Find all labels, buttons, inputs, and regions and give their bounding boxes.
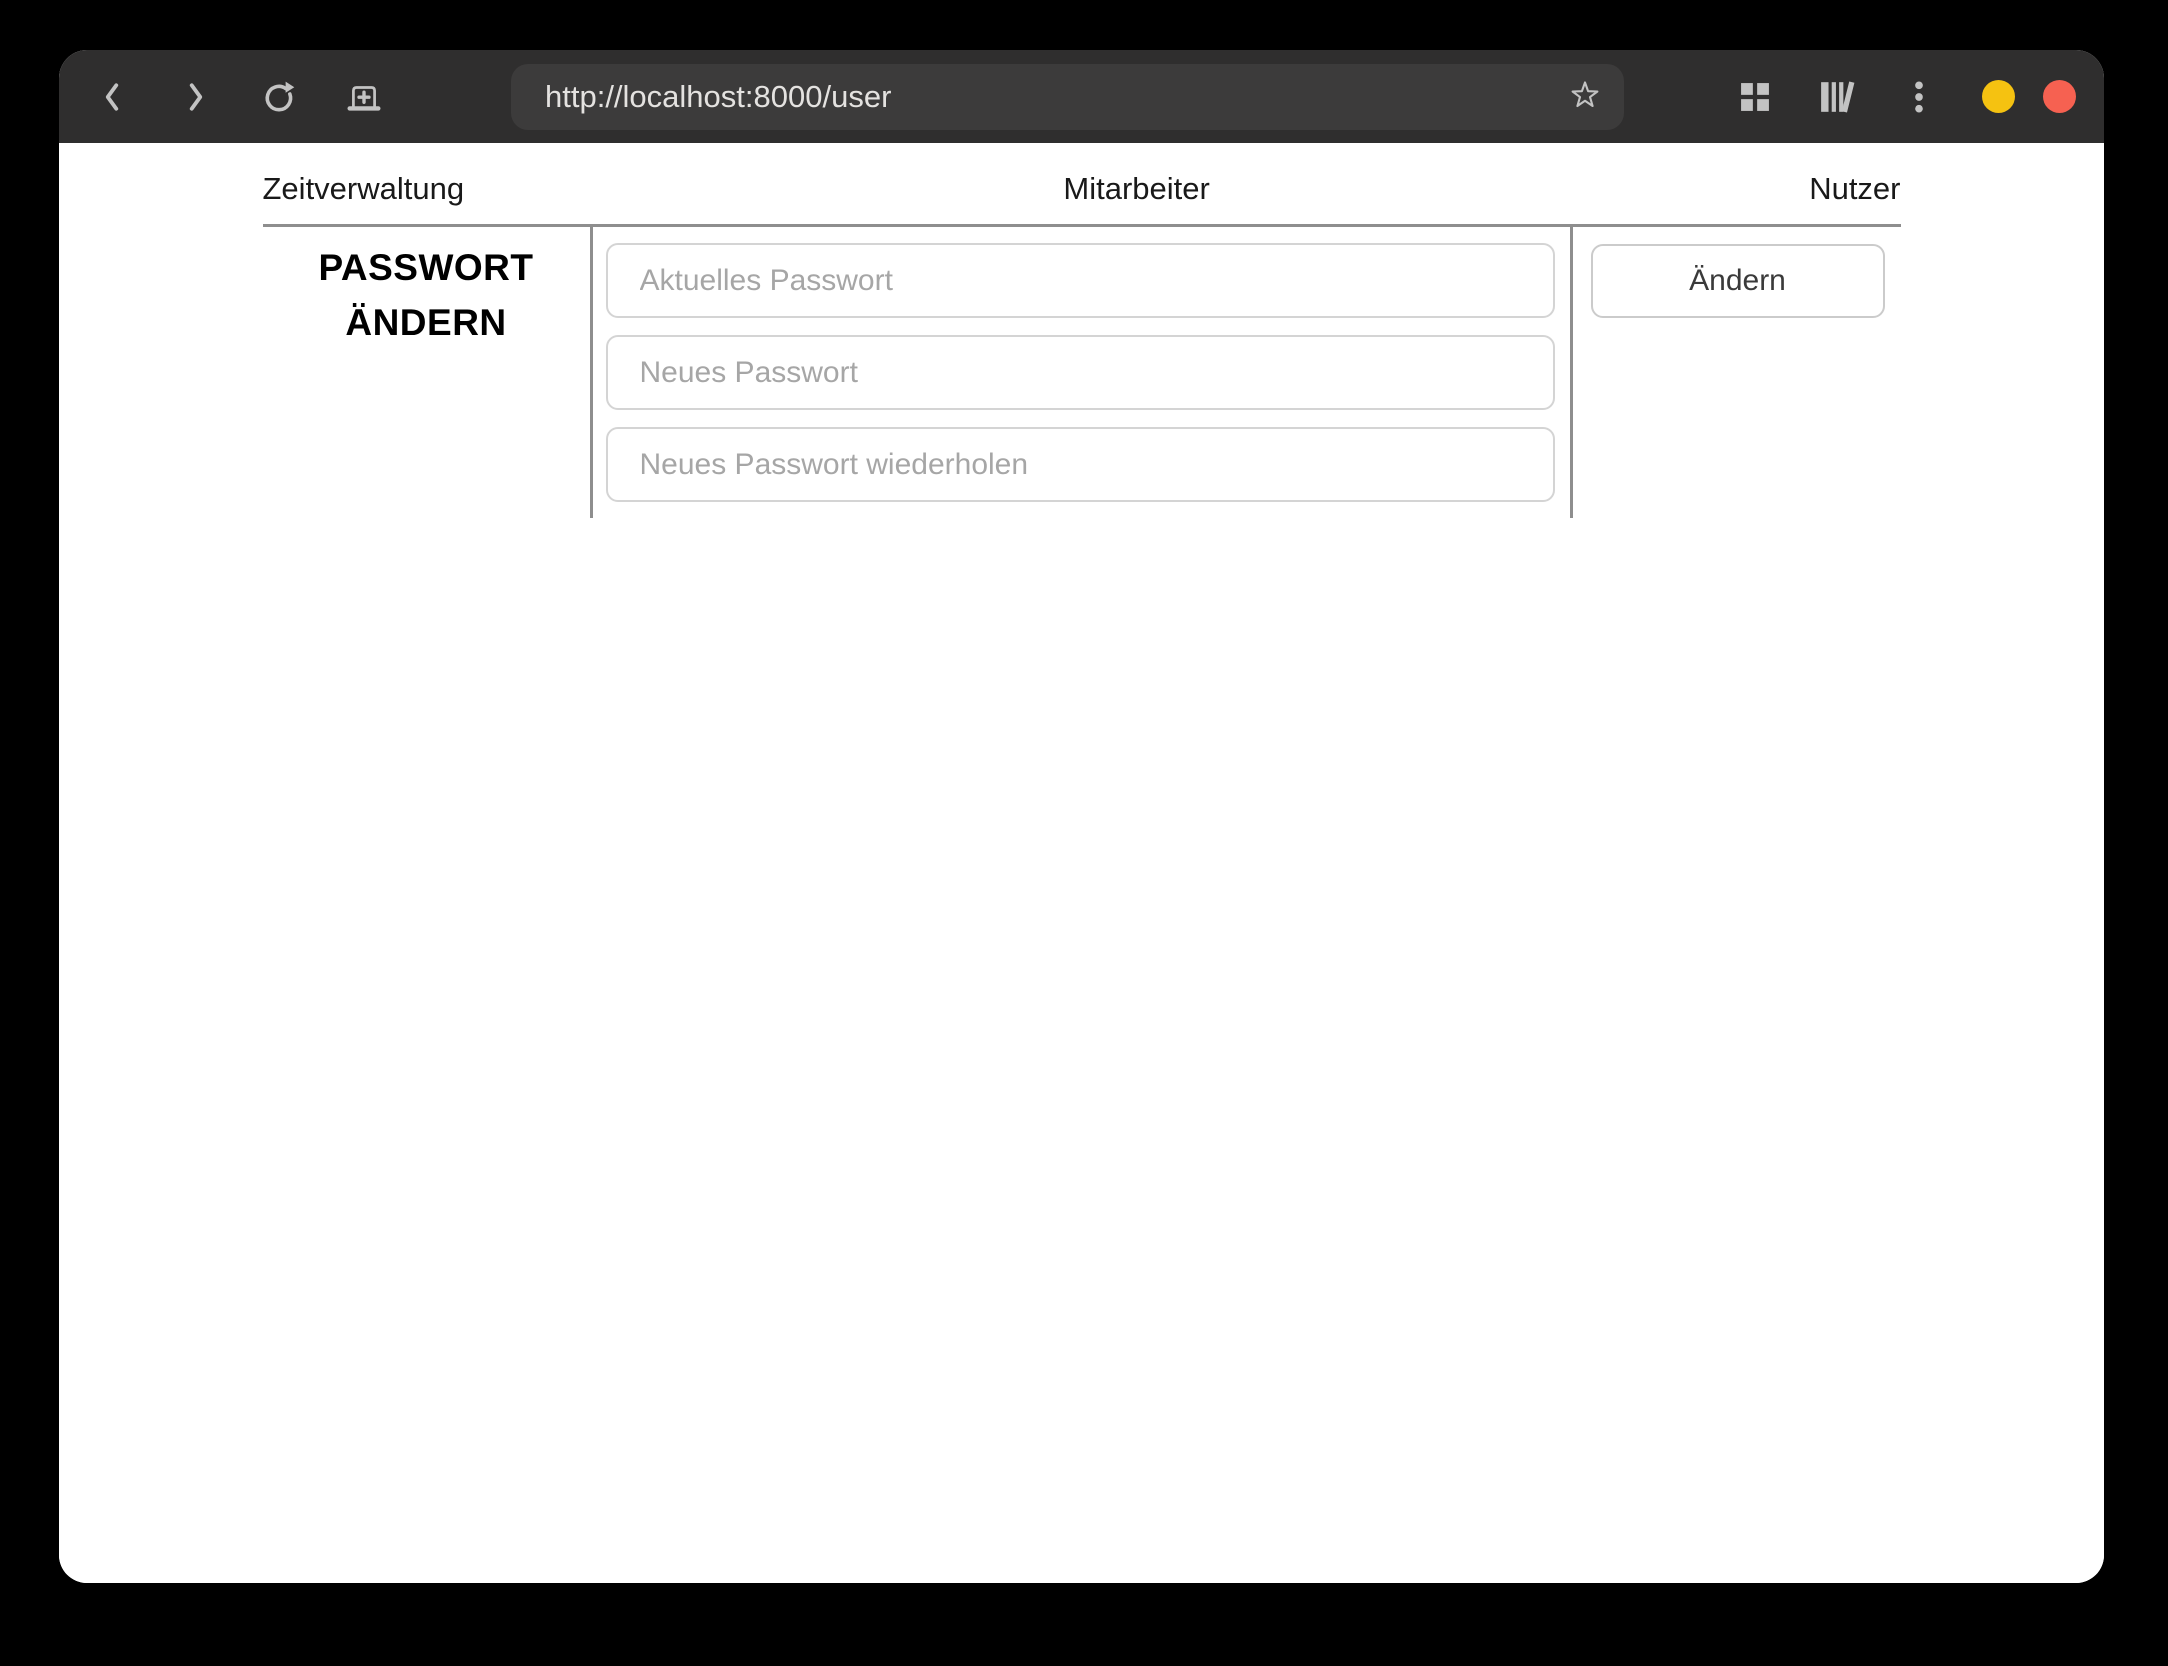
nav-item-zeitverwaltung[interactable]: Zeitverwaltung [263, 171, 465, 207]
toolbar-action-group [1732, 74, 1942, 120]
web-page: Zeitverwaltung Mitarbeiter Nutzer PASSWO… [59, 143, 2104, 1583]
browser-window: http://localhost:8000/user Zeitverwaltun… [59, 50, 2104, 1583]
menu-kebab-icon [1915, 80, 1923, 113]
password-change-section: PASSWORT ÄNDERN Ändern [262, 224, 1901, 518]
new-tab-button[interactable] [341, 74, 387, 120]
close-button[interactable] [2043, 80, 2076, 113]
reload-icon [265, 81, 295, 111]
new-password-input[interactable] [605, 335, 1555, 410]
nav-item-nutzer[interactable]: Nutzer [1809, 171, 1900, 207]
back-icon [105, 82, 119, 111]
library-icon [1821, 80, 1855, 113]
browser-toolbar: http://localhost:8000/user [59, 50, 2104, 143]
window-controls [1982, 80, 2076, 113]
bookmark-star-icon [1571, 80, 1599, 107]
current-password-input[interactable] [605, 243, 1555, 318]
url-bar[interactable]: http://localhost:8000/user [511, 63, 1624, 130]
tab-overview-button[interactable] [1732, 74, 1778, 120]
reload-button[interactable] [257, 74, 303, 120]
forward-button[interactable] [173, 74, 219, 120]
bookmark-button[interactable] [1562, 74, 1608, 120]
change-password-button[interactable]: Ändern [1590, 244, 1885, 318]
new-tab-icon [347, 85, 381, 111]
url-text[interactable]: http://localhost:8000/user [545, 79, 1562, 115]
section-heading: PASSWORT ÄNDERN [318, 247, 534, 343]
back-button[interactable] [89, 74, 135, 120]
main-menu-button[interactable] [1896, 74, 1942, 120]
password-heading-cell: PASSWORT ÄNDERN [263, 227, 590, 518]
password-action-cell: Ändern [1573, 227, 1901, 518]
tab-overview-icon [1741, 82, 1769, 111]
minimize-button[interactable] [1982, 80, 2015, 113]
toolbar-nav-group [89, 74, 387, 120]
nav-item-mitarbeiter[interactable]: Mitarbeiter [1063, 171, 1209, 207]
library-button[interactable] [1814, 74, 1860, 120]
forward-icon [189, 82, 203, 111]
site-nav: Zeitverwaltung Mitarbeiter Nutzer [263, 143, 1901, 224]
password-form-cell [589, 227, 1573, 518]
repeat-new-password-input[interactable] [605, 427, 1555, 502]
